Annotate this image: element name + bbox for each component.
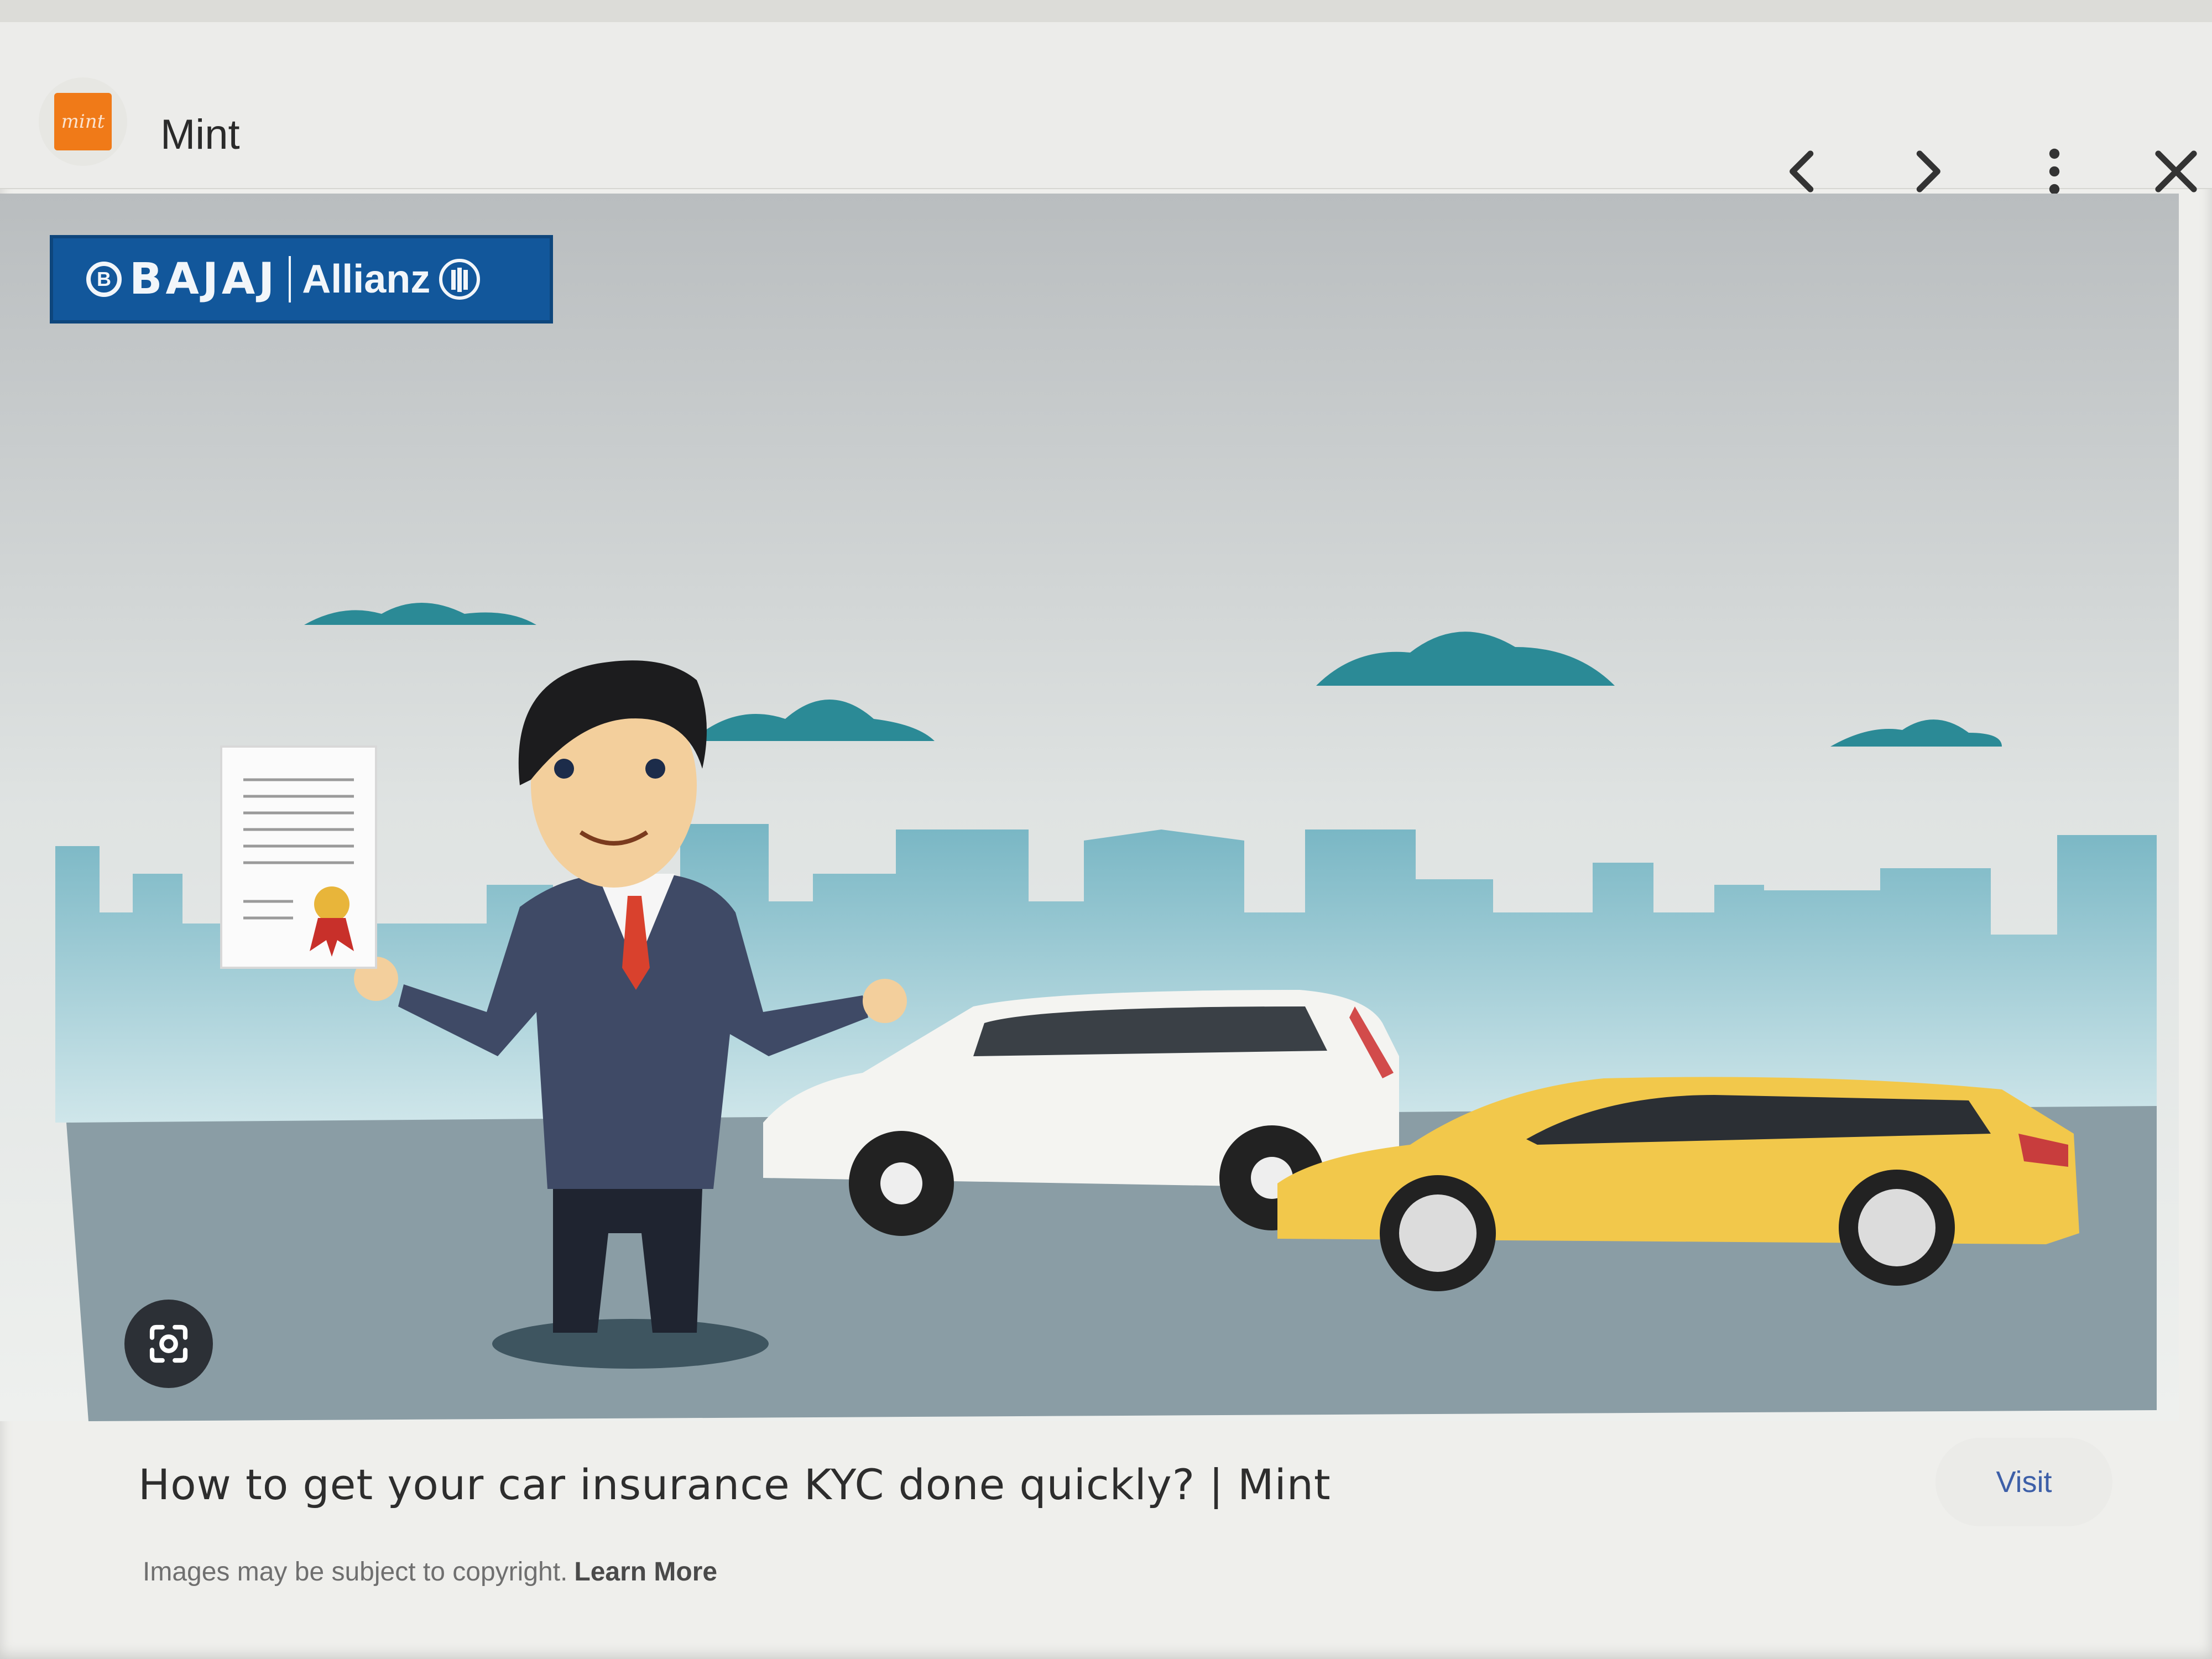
chevron-left-icon bbox=[1790, 150, 1814, 192]
chevron-right-icon bbox=[1916, 150, 1940, 192]
visual-search-button[interactable] bbox=[124, 1300, 213, 1388]
brand-right-text: Allianz bbox=[302, 257, 431, 301]
bajaj-allianz-logo: B BAJAJ Allianz bbox=[50, 235, 553, 324]
copyright-text: Images may be subject to copyright. bbox=[143, 1557, 568, 1587]
learn-more-link[interactable]: Learn More bbox=[574, 1557, 717, 1587]
brand-left-text: BAJAJ bbox=[129, 254, 278, 304]
visit-button[interactable]: Visit bbox=[1936, 1438, 2112, 1526]
insurance-illustration bbox=[0, 194, 2179, 1421]
image-title-link[interactable]: How to get your car insurance KYC done q… bbox=[138, 1460, 1331, 1509]
visual-search-icon bbox=[149, 1324, 188, 1363]
favicon-logo: mint bbox=[54, 93, 112, 150]
preview-header: mint Mint bbox=[0, 22, 2212, 195]
close-icon bbox=[2155, 150, 2197, 192]
preview-image[interactable]: B BAJAJ Allianz bbox=[0, 194, 2179, 1421]
site-favicon[interactable]: mint bbox=[39, 77, 127, 166]
copyright-notice: Images may be subject to copyright. Learn… bbox=[143, 1557, 717, 1587]
bajaj-badge-icon: B bbox=[86, 262, 122, 297]
more-vert-icon bbox=[2049, 148, 2060, 195]
logo-divider bbox=[289, 256, 291, 302]
allianz-eagle-icon bbox=[439, 259, 481, 300]
insurance-certificate bbox=[220, 745, 377, 969]
site-title[interactable]: Mint bbox=[160, 111, 240, 159]
